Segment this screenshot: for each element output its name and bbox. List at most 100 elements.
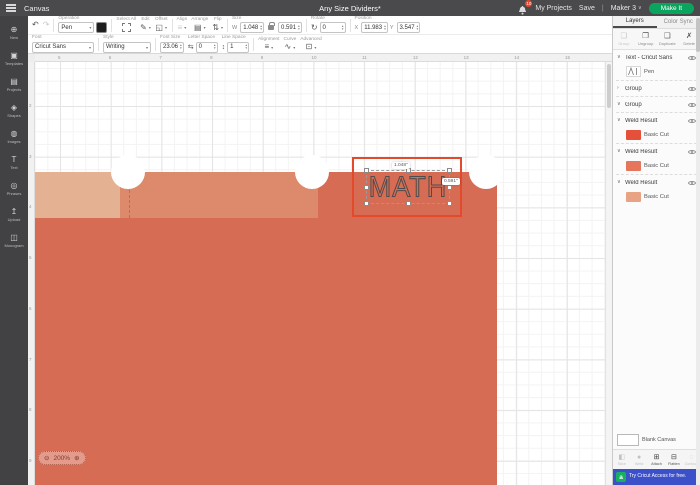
canvas-color-swatch[interactable] (617, 434, 639, 446)
edit-dropdown[interactable]: ✎ ▾ (140, 23, 151, 32)
scrollbar-thumb[interactable] (607, 64, 611, 108)
alignment-dropdown[interactable]: ≡ ▾ (264, 43, 273, 51)
tab-layers[interactable]: Layers (613, 16, 657, 28)
caret-down-icon[interactable]: ∨ (617, 180, 622, 185)
eye-icon[interactable] (688, 85, 696, 93)
sidebar-item-text[interactable]: T Text (0, 150, 28, 176)
duplicate-button[interactable]: ❑ Duplicate (657, 32, 679, 46)
rotate-icon[interactable]: ↻ (311, 23, 318, 32)
divider-shape-salmon[interactable] (120, 172, 318, 218)
line-space-stepper[interactable]: 1 (227, 41, 250, 53)
layer-pen-sublayer[interactable]: Pen (613, 64, 700, 79)
resize-handle[interactable] (447, 185, 452, 190)
style-dropdown[interactable]: Writing ▾ (103, 41, 151, 53)
sidebar-item-upload[interactable]: ↥ Upload (0, 202, 28, 228)
layer-weld-result-2[interactable]: ∨ Weld Result (613, 145, 700, 158)
divider-body-coral[interactable] (35, 218, 497, 485)
sidebar-item-shapes[interactable]: ◈ Shapes (0, 98, 28, 124)
eye-icon[interactable] (688, 148, 696, 156)
stepper-arrows-icon[interactable] (260, 25, 262, 31)
caret-down-icon[interactable]: ∨ (617, 149, 622, 154)
layer-basic-cut-3[interactable]: Basic Cut (613, 189, 700, 204)
resize-handle[interactable] (364, 185, 369, 190)
stepper-arrows-icon[interactable] (298, 25, 300, 31)
curve-dropdown[interactable]: ∿ ▾ (285, 43, 296, 51)
operation-dropdown[interactable]: Pen ▾ (58, 22, 95, 34)
sidebar-item-images[interactable]: ◍ Images (0, 124, 28, 150)
slice-button[interactable]: ◧ Slice (613, 454, 630, 466)
layer-group-expanded[interactable]: ∨ Group (613, 98, 700, 111)
layer-weld-result-3[interactable]: ∨ Weld Result (613, 176, 700, 189)
stepper-arrows-icon[interactable] (342, 25, 344, 31)
eye-icon[interactable] (688, 54, 696, 62)
cricut-access-banner[interactable]: a Try Cricut Access for free. (613, 469, 700, 485)
panel-scrollbar[interactable] (696, 16, 700, 485)
sidebar-item-new[interactable]: ⊕ New (0, 20, 28, 46)
sidebar-item-templates[interactable]: ▣ Templates (0, 46, 28, 72)
attach-button[interactable]: ⊞ Attach (648, 454, 665, 466)
stepper-arrows-icon[interactable] (417, 25, 419, 31)
divider-shape-peach[interactable] (35, 172, 120, 218)
caret-down-icon[interactable]: ∨ (617, 102, 622, 107)
canvas-text[interactable]: MATH (368, 172, 448, 201)
resize-handle[interactable] (447, 201, 452, 206)
sidebar-item-monogram[interactable]: ◫ Monogram (0, 228, 28, 254)
zoom-control[interactable]: ⊖ 200% ⊕ (38, 451, 86, 465)
eye-icon[interactable] (688, 101, 696, 109)
resize-handle[interactable] (364, 201, 369, 206)
machine-selector[interactable]: Maker 3 ∨ (611, 5, 642, 12)
canvas-scrollbar[interactable] (605, 62, 612, 485)
design-canvas[interactable]: MATH 1.048" 0.591" ⊖ 200% ⊕ 5 6 7 8 9 10 11 12 1… (28, 54, 612, 485)
stepper-arrows-icon[interactable] (384, 25, 386, 31)
layer-group-collapsed[interactable]: › Group (613, 82, 700, 95)
width-stepper[interactable]: 1.048 (240, 22, 265, 34)
lock-icon[interactable] (268, 22, 276, 31)
layer-basic-cut-2[interactable]: Basic Cut (613, 158, 700, 173)
notifications-bell-icon[interactable]: 10 (517, 0, 533, 15)
zoom-out-icon[interactable]: ⊖ (44, 454, 49, 462)
resize-handle[interactable] (406, 201, 411, 206)
redo-icon[interactable]: ↷ (43, 21, 50, 29)
eye-icon[interactable] (688, 117, 696, 125)
make-it-button[interactable]: Make It (648, 2, 694, 14)
text-bounding-box[interactable]: MATH (364, 168, 452, 206)
caret-right-icon[interactable]: › (617, 86, 622, 91)
ungroup-button[interactable]: ❐ Ungroup (635, 32, 657, 46)
rotate-stepper[interactable]: 0 (319, 22, 346, 34)
eye-icon[interactable] (688, 179, 696, 187)
font-size-stepper[interactable]: 23.06 (160, 41, 184, 53)
flip-dropdown[interactable]: ⇅ ▾ (212, 23, 223, 32)
font-dropdown[interactable]: Cricut Sans ▾ (32, 41, 94, 53)
stepper-arrows-icon[interactable] (245, 44, 247, 50)
zoom-in-icon[interactable]: ⊕ (74, 454, 79, 462)
canvas-menu-label[interactable]: Canvas (24, 4, 49, 13)
sidebar-item-projects[interactable]: ▤ Projects (0, 72, 28, 98)
advanced-dropdown[interactable]: ⊡ ▾ (306, 43, 317, 51)
select-all-icon[interactable] (121, 23, 131, 33)
height-stepper[interactable]: 0.591 (278, 22, 302, 34)
position-x-stepper[interactable]: 11.983 (361, 22, 388, 34)
arrange-dropdown[interactable]: ▤ ▾ (194, 23, 206, 32)
group-button[interactable]: ❏ Group (613, 32, 635, 46)
scrollbar-thumb[interactable] (696, 18, 700, 52)
resize-handle[interactable] (447, 168, 452, 173)
position-y-stepper[interactable]: 3.547 (396, 22, 421, 34)
caret-down-icon[interactable]: ∨ (617, 118, 622, 123)
layer-weld-result-1[interactable]: ∨ Weld Result (613, 114, 700, 127)
flatten-button[interactable]: ⊟ Flatten (665, 454, 682, 466)
weld-button[interactable]: ● Weld (630, 454, 647, 466)
my-projects-link[interactable]: My Projects (535, 5, 572, 12)
layer-text-cricut-sans[interactable]: ∨ Text - Cricut Sans (613, 51, 700, 64)
caret-down-icon[interactable]: ∨ (617, 55, 622, 60)
letter-space-stepper[interactable]: 0 (195, 41, 218, 53)
layer-basic-cut-1[interactable]: Basic Cut (613, 127, 700, 142)
undo-icon[interactable]: ↶ (32, 21, 39, 29)
offset-dropdown[interactable]: ◱ ▾ (155, 23, 167, 32)
stepper-arrows-icon[interactable] (214, 44, 216, 50)
tab-color-sync[interactable]: Color Sync (657, 16, 700, 28)
stepper-arrows-icon[interactable] (180, 44, 182, 50)
align-dropdown[interactable]: ≡ ▾ (178, 23, 187, 32)
save-link[interactable]: Save (579, 5, 595, 12)
pen-color-swatch[interactable] (96, 22, 108, 34)
hamburger-menu-icon[interactable] (0, 4, 22, 12)
